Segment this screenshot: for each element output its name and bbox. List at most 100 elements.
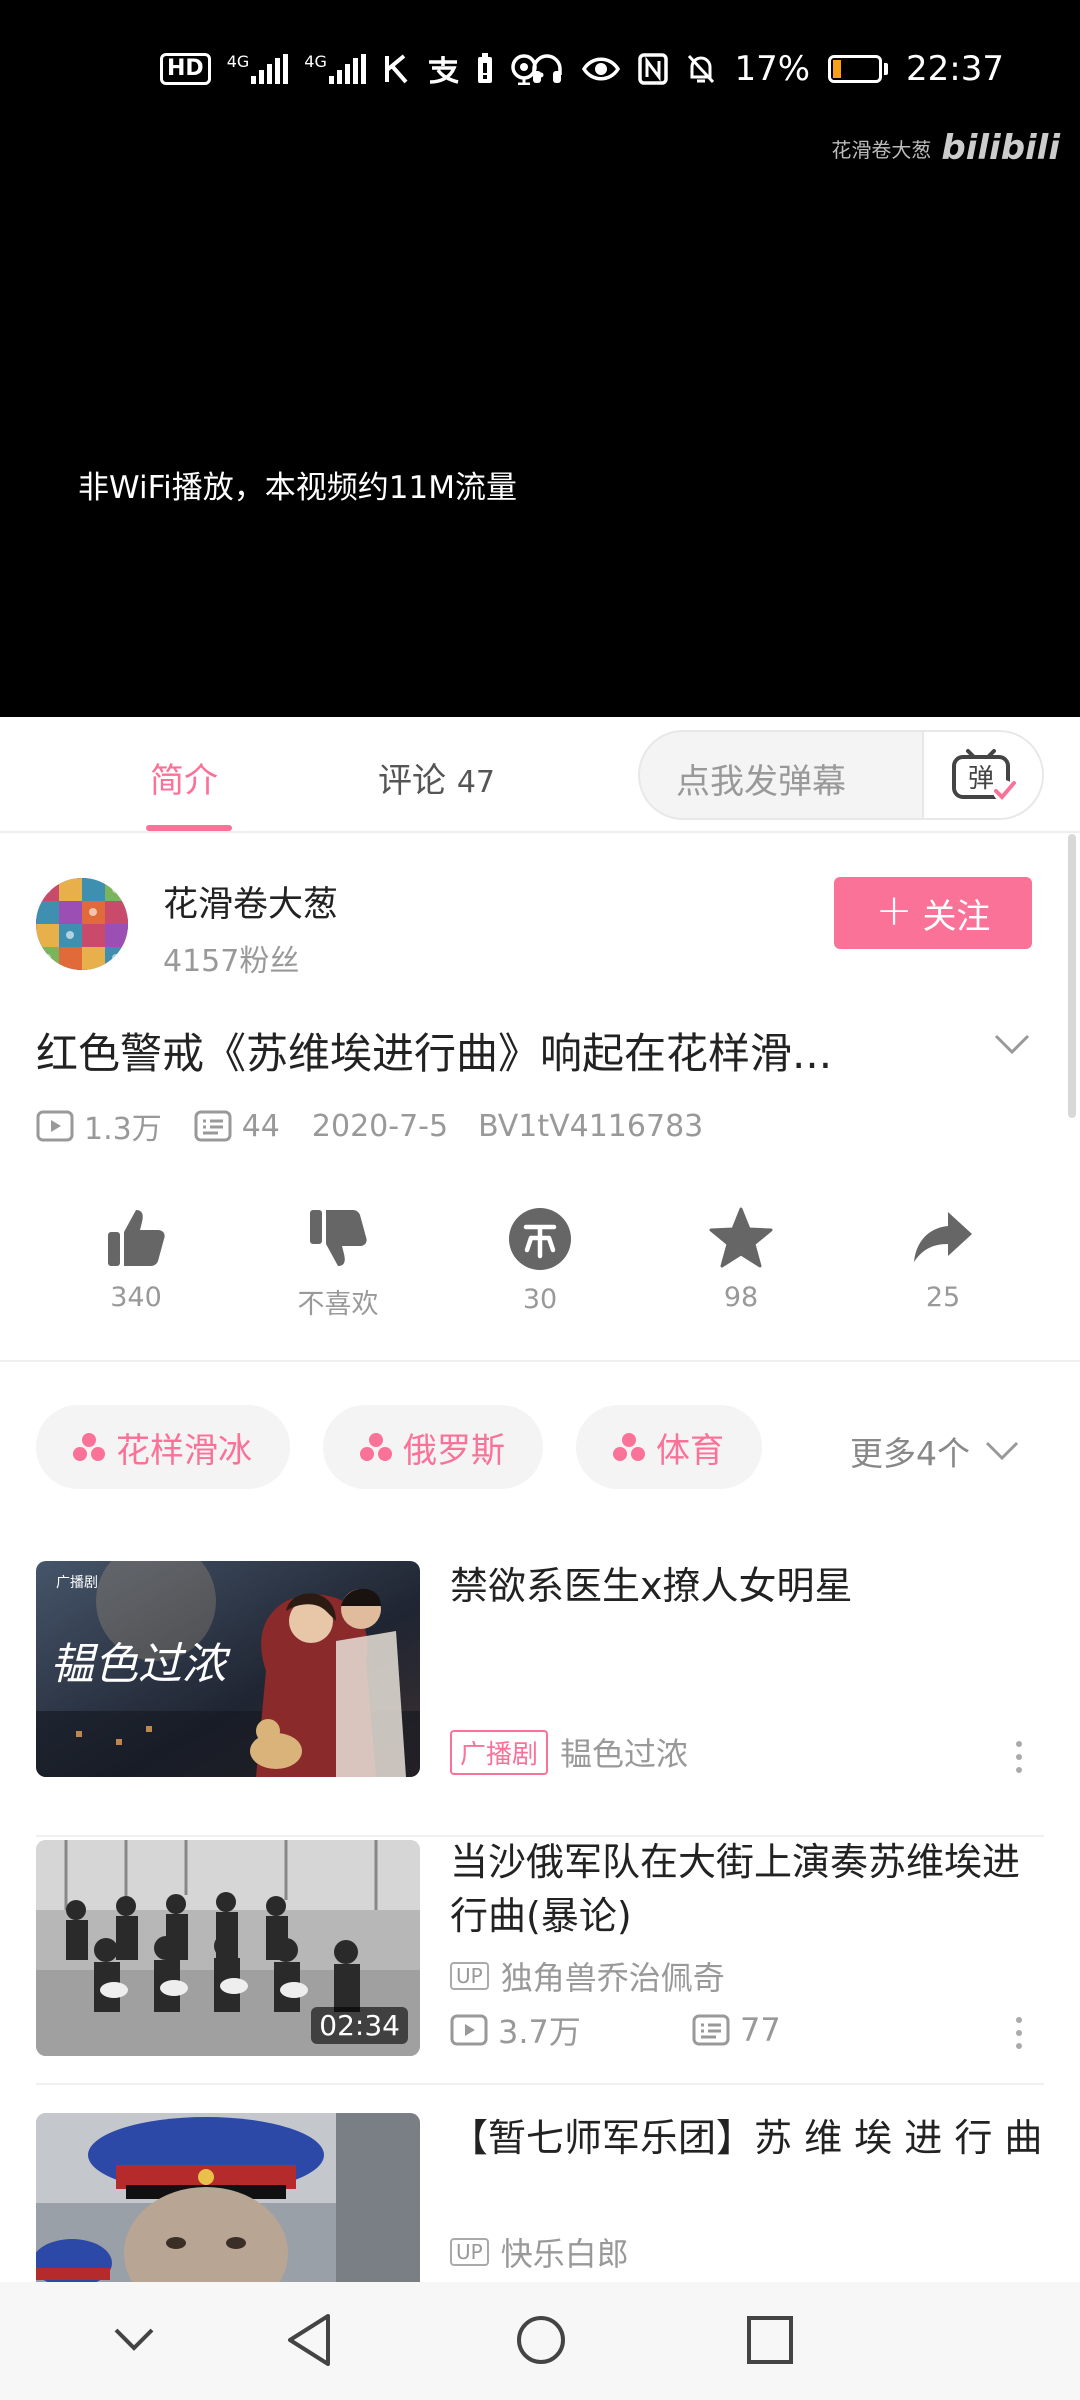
signal-icon: 4G	[304, 54, 366, 84]
share-count: 25	[925, 1282, 961, 1313]
danmaku-toggle-button[interactable]: 弹	[922, 732, 1042, 818]
danmaku-count-icon	[692, 2014, 730, 2046]
mobile-data-notice: 非WiFi播放，本视频约11M流量	[78, 470, 517, 506]
tag-label: 花样滑冰	[116, 1430, 252, 1471]
chevron-down-icon[interactable]	[992, 1030, 1032, 1060]
up-icon: UP	[450, 2238, 489, 2266]
recents-icon[interactable]	[745, 2312, 795, 2368]
danmaku-placeholder: 点我发弹幕	[676, 762, 846, 802]
rec-title[interactable]: 【暂七师军乐团】苏 维 埃 进 行 曲	[450, 2113, 1050, 2165]
thumbs-down-icon	[310, 1210, 367, 1266]
dislike-button[interactable]: 不喜欢	[258, 1206, 418, 1321]
danmaku-count-icon	[194, 1110, 232, 1142]
watermark-author: 花滑卷大葱	[831, 137, 932, 162]
tab-intro[interactable]: 简介	[150, 753, 218, 802]
share-button[interactable]: 25	[863, 1206, 1023, 1313]
danmaku-icon: 弹	[952, 749, 1016, 802]
hd-icon: HD	[160, 53, 211, 85]
coin-icon	[509, 1208, 571, 1270]
mute-icon	[688, 54, 715, 84]
uploader-avatar[interactable]	[36, 878, 128, 970]
chevron-down-icon	[985, 1441, 1019, 1461]
bv-id: BV1tV4116783	[478, 1108, 704, 1144]
video-title[interactable]: 红色警戒《苏维埃进行曲》响起在花样滑...	[36, 1020, 966, 1081]
section-divider	[0, 1360, 1080, 1362]
tag-icon	[360, 1433, 392, 1461]
svg-text:韫色过浓: 韫色过浓	[50, 1639, 231, 1690]
list-item[interactable]: 韫色过浓 广播剧 禁欲系医生x撩人女明星 广播剧 韫色过浓	[0, 1561, 1080, 1837]
alipay-icon	[428, 56, 459, 84]
bilibili-logo: bilibili	[941, 128, 1060, 168]
uploader-name[interactable]: 花滑卷大葱	[163, 876, 338, 927]
danmaku-input[interactable]: 点我发弹幕 弹	[638, 730, 1044, 820]
rec-danmaku: 77	[692, 2011, 781, 2049]
rec-stats: 3.7万 77	[450, 2007, 781, 2053]
follow-button[interactable]: + 关注	[834, 877, 1032, 949]
list-item[interactable]: 02:34 当沙俄军队在大街上演奏苏维埃进行曲(暴论) UP 独角兽乔治佩奇 3…	[0, 1837, 1080, 2113]
signal-icon: 4G	[227, 54, 289, 84]
video-duration: 02:34	[311, 2007, 408, 2044]
thumbs-up-icon	[108, 1210, 165, 1266]
rec-author: 快乐白郎	[500, 2235, 629, 2273]
chevron-down-icon[interactable]	[112, 2324, 156, 2354]
coin-button[interactable]: 30	[460, 1206, 620, 1315]
svg-text:广播剧: 广播剧	[56, 1575, 98, 1591]
radio-drama-badge: 广播剧	[450, 1729, 549, 1775]
rec-meta: 广播剧 韫色过浓	[450, 1729, 688, 1775]
more-options-icon[interactable]	[1016, 1741, 1024, 1773]
video-meta: 1.3万 44 2020-7-5 BV1tV4116783	[36, 1104, 703, 1148]
tab-comments-label: 评论	[378, 761, 446, 801]
nfc-icon	[638, 53, 669, 85]
plus-icon: +	[875, 885, 913, 936]
share-icon	[914, 1212, 972, 1262]
k-app-icon	[384, 54, 408, 84]
more-options-icon[interactable]	[1016, 2017, 1024, 2049]
rec-author: 独角兽乔治佩奇	[500, 1959, 725, 1997]
list-divider	[36, 2083, 1044, 2085]
favorite-button[interactable]: 98	[661, 1206, 821, 1313]
publish-date: 2020-7-5	[311, 1108, 449, 1144]
battery-level-fill	[833, 60, 842, 78]
video-thumbnail[interactable]: 韫色过浓 广播剧	[36, 1561, 420, 1777]
up-icon: UP	[450, 1962, 489, 1990]
home-icon[interactable]	[514, 2312, 568, 2368]
clock: 22:37	[906, 49, 1004, 89]
video-thumbnail[interactable]: 02:34	[36, 1840, 420, 2056]
view-count: 1.3万	[36, 1104, 162, 1148]
rec-title[interactable]: 禁欲系医生x撩人女明星	[450, 1559, 1050, 1613]
list-item[interactable]: 【暂七师军乐团】苏 维 埃 进 行 曲 UP 快乐白郎	[0, 2113, 1080, 2282]
rec-views: 3.7万	[450, 2007, 680, 2053]
more-tags-label: 更多4个	[850, 1434, 970, 1473]
tab-bar: 简介 评论 47 点我发弹幕 弹	[0, 717, 1080, 833]
danmaku-count: 44	[194, 1109, 280, 1144]
more-tags-button[interactable]: 更多4个	[850, 1427, 1020, 1475]
coin-count: 30	[522, 1284, 558, 1315]
tag-icon	[73, 1433, 105, 1461]
uploader-fans: 4157粉丝	[163, 944, 300, 979]
dislike-label: 不喜欢	[297, 1289, 379, 1320]
tag-sports[interactable]: 体育	[576, 1405, 762, 1489]
tag-russia[interactable]: 俄罗斯	[323, 1405, 543, 1489]
battery-percent: 17%	[734, 49, 811, 89]
play-count-icon	[36, 1110, 74, 1142]
video-watermark: 花滑卷大葱 bilibili	[831, 128, 1060, 168]
eye-comfort-icon	[582, 57, 621, 81]
tag-label: 俄罗斯	[403, 1430, 505, 1471]
rec-author-row: UP 快乐白郎	[450, 2229, 629, 2275]
headset-icon	[532, 54, 563, 83]
star-icon	[709, 1207, 773, 1268]
status-bar: HD 4G 4G 17% 22:37	[0, 44, 1080, 94]
follow-label: 关注	[922, 896, 991, 937]
tag-label: 体育	[656, 1430, 724, 1471]
like-button[interactable]: 340	[56, 1206, 216, 1313]
rec-author: 韫色过浓	[560, 1735, 689, 1773]
video-player[interactable]: HD 4G 4G 17% 22:37 花滑卷大葱 bilibili 非WiFi播…	[0, 0, 1080, 717]
scrollbar[interactable]	[1068, 834, 1076, 1118]
svg-text:弹: 弹	[968, 764, 994, 794]
rec-title[interactable]: 当沙俄军队在大街上演奏苏维埃进行曲(暴论)	[450, 1835, 1050, 1943]
back-icon[interactable]	[284, 2312, 334, 2368]
tag-figure-skating[interactable]: 花样滑冰	[36, 1405, 290, 1489]
favorite-count: 98	[723, 1282, 759, 1313]
tab-comments[interactable]: 评论 47	[378, 753, 495, 802]
video-thumbnail[interactable]	[36, 2113, 420, 2282]
